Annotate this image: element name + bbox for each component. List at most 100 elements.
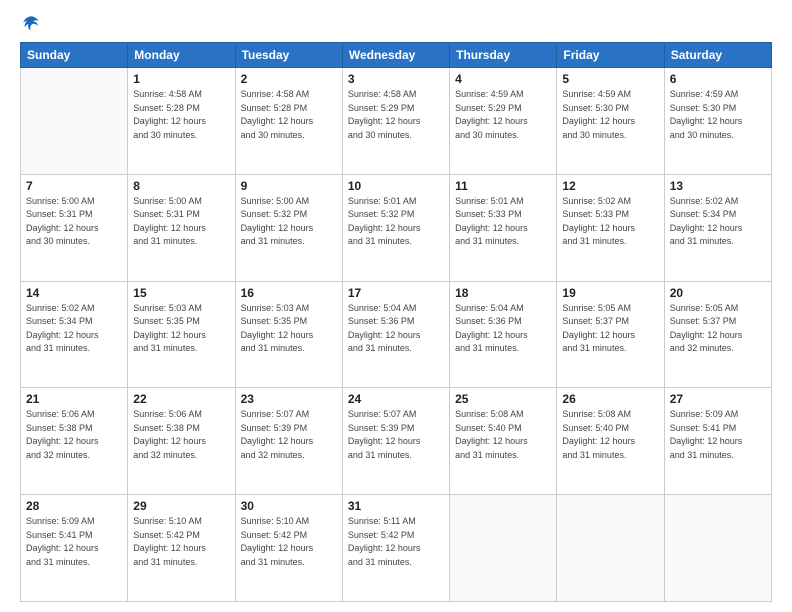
day-number: 14: [26, 286, 122, 300]
column-header-sunday: Sunday: [21, 43, 128, 68]
day-info: Sunrise: 5:02 AM Sunset: 5:33 PM Dayligh…: [562, 195, 658, 249]
calendar-cell: [664, 495, 771, 602]
calendar-cell: 20 Sunrise: 5:05 AM Sunset: 5:37 PM Dayli…: [664, 281, 771, 388]
day-number: 2: [241, 72, 337, 86]
calendar-cell: 5 Sunrise: 4:59 AM Sunset: 5:30 PM Daylig…: [557, 68, 664, 175]
day-number: 10: [348, 179, 444, 193]
day-info: Sunrise: 5:08 AM Sunset: 5:40 PM Dayligh…: [455, 408, 551, 462]
calendar-cell: 30Sunrise: 5:10 AM Sunset: 5:42 PM Dayli…: [235, 495, 342, 602]
day-info: Sunrise: 5:00 AM Sunset: 5:32 PM Dayligh…: [241, 195, 337, 249]
header: [20, 18, 772, 32]
day-info: Sunrise: 5:00 AM Sunset: 5:31 PM Dayligh…: [26, 195, 122, 249]
calendar-body: 1 Sunrise: 4:58 AM Sunset: 5:28 PM Daylig…: [21, 68, 772, 602]
day-number: 8: [133, 179, 229, 193]
day-number: 23: [241, 392, 337, 406]
day-number: 20: [670, 286, 766, 300]
week-row-3: 14 Sunrise: 5:02 AM Sunset: 5:34 PM Dayli…: [21, 281, 772, 388]
day-number: 5: [562, 72, 658, 86]
day-info: Sunrise: 5:01 AM Sunset: 5:33 PM Dayligh…: [455, 195, 551, 249]
header-row: SundayMondayTuesdayWednesdayThursdayFrid…: [21, 43, 772, 68]
day-number: 6: [670, 72, 766, 86]
day-number: 26: [562, 392, 658, 406]
calendar-cell: 13Sunrise: 5:02 AM Sunset: 5:34 PM Dayli…: [664, 174, 771, 281]
day-number: 9: [241, 179, 337, 193]
calendar-cell: 18 Sunrise: 5:04 AM Sunset: 5:36 PM Dayli…: [450, 281, 557, 388]
day-info: Sunrise: 5:02 AM Sunset: 5:34 PM Dayligh…: [26, 302, 122, 356]
column-header-tuesday: Tuesday: [235, 43, 342, 68]
calendar-cell: 31 Sunrise: 5:11 AM Sunset: 5:42 PM Dayli…: [342, 495, 449, 602]
calendar-cell: 19Sunrise: 5:05 AM Sunset: 5:37 PM Dayli…: [557, 281, 664, 388]
calendar-cell: 26Sunrise: 5:08 AM Sunset: 5:40 PM Dayli…: [557, 388, 664, 495]
calendar-cell: 21 Sunrise: 5:06 AM Sunset: 5:38 PM Dayli…: [21, 388, 128, 495]
day-info: Sunrise: 5:03 AM Sunset: 5:35 PM Dayligh…: [241, 302, 337, 356]
calendar-cell: 17Sunrise: 5:04 AM Sunset: 5:36 PM Dayli…: [342, 281, 449, 388]
logo-bird-icon: [22, 14, 40, 32]
column-header-thursday: Thursday: [450, 43, 557, 68]
day-info: Sunrise: 5:07 AM Sunset: 5:39 PM Dayligh…: [348, 408, 444, 462]
day-info: Sunrise: 5:10 AM Sunset: 5:42 PM Dayligh…: [133, 515, 229, 569]
day-info: Sunrise: 5:00 AM Sunset: 5:31 PM Dayligh…: [133, 195, 229, 249]
calendar-cell: 12Sunrise: 5:02 AM Sunset: 5:33 PM Dayli…: [557, 174, 664, 281]
calendar-cell: 22 Sunrise: 5:06 AM Sunset: 5:38 PM Dayli…: [128, 388, 235, 495]
day-number: 25: [455, 392, 551, 406]
day-info: Sunrise: 4:59 AM Sunset: 5:29 PM Dayligh…: [455, 88, 551, 142]
logo: [20, 18, 40, 32]
calendar-cell: 10Sunrise: 5:01 AM Sunset: 5:32 PM Dayli…: [342, 174, 449, 281]
calendar-cell: 24 Sunrise: 5:07 AM Sunset: 5:39 PM Dayli…: [342, 388, 449, 495]
calendar-header: SundayMondayTuesdayWednesdayThursdayFrid…: [21, 43, 772, 68]
calendar-cell: 28 Sunrise: 5:09 AM Sunset: 5:41 PM Dayli…: [21, 495, 128, 602]
calendar-cell: 11 Sunrise: 5:01 AM Sunset: 5:33 PM Dayli…: [450, 174, 557, 281]
week-row-5: 28 Sunrise: 5:09 AM Sunset: 5:41 PM Dayli…: [21, 495, 772, 602]
day-number: 11: [455, 179, 551, 193]
calendar-cell: 8 Sunrise: 5:00 AM Sunset: 5:31 PM Daylig…: [128, 174, 235, 281]
calendar-table: SundayMondayTuesdayWednesdayThursdayFrid…: [20, 42, 772, 602]
day-number: 21: [26, 392, 122, 406]
day-number: 15: [133, 286, 229, 300]
day-info: Sunrise: 4:59 AM Sunset: 5:30 PM Dayligh…: [670, 88, 766, 142]
day-number: 13: [670, 179, 766, 193]
calendar-cell: 23 Sunrise: 5:07 AM Sunset: 5:39 PM Dayli…: [235, 388, 342, 495]
calendar-cell: 25 Sunrise: 5:08 AM Sunset: 5:40 PM Dayli…: [450, 388, 557, 495]
calendar-cell: 29 Sunrise: 5:10 AM Sunset: 5:42 PM Dayli…: [128, 495, 235, 602]
day-info: Sunrise: 4:58 AM Sunset: 5:28 PM Dayligh…: [133, 88, 229, 142]
calendar-cell: 16 Sunrise: 5:03 AM Sunset: 5:35 PM Dayli…: [235, 281, 342, 388]
week-row-1: 1 Sunrise: 4:58 AM Sunset: 5:28 PM Daylig…: [21, 68, 772, 175]
calendar-cell: [21, 68, 128, 175]
day-number: 31: [348, 499, 444, 513]
day-number: 30: [241, 499, 337, 513]
calendar-cell: [450, 495, 557, 602]
week-row-4: 21 Sunrise: 5:06 AM Sunset: 5:38 PM Dayli…: [21, 388, 772, 495]
day-number: 22: [133, 392, 229, 406]
day-info: Sunrise: 5:07 AM Sunset: 5:39 PM Dayligh…: [241, 408, 337, 462]
calendar-cell: 9 Sunrise: 5:00 AM Sunset: 5:32 PM Daylig…: [235, 174, 342, 281]
calendar-cell: 2Sunrise: 4:58 AM Sunset: 5:28 PM Daylig…: [235, 68, 342, 175]
day-info: Sunrise: 5:05 AM Sunset: 5:37 PM Dayligh…: [670, 302, 766, 356]
day-number: 27: [670, 392, 766, 406]
day-number: 1: [133, 72, 229, 86]
day-number: 4: [455, 72, 551, 86]
calendar-cell: 3 Sunrise: 4:58 AM Sunset: 5:29 PM Daylig…: [342, 68, 449, 175]
day-number: 28: [26, 499, 122, 513]
calendar-cell: 27Sunrise: 5:09 AM Sunset: 5:41 PM Dayli…: [664, 388, 771, 495]
day-number: 16: [241, 286, 337, 300]
day-info: Sunrise: 5:04 AM Sunset: 5:36 PM Dayligh…: [455, 302, 551, 356]
day-number: 7: [26, 179, 122, 193]
logo-text: [20, 18, 40, 32]
calendar-cell: 7 Sunrise: 5:00 AM Sunset: 5:31 PM Daylig…: [21, 174, 128, 281]
day-info: Sunrise: 5:06 AM Sunset: 5:38 PM Dayligh…: [133, 408, 229, 462]
column-header-wednesday: Wednesday: [342, 43, 449, 68]
day-number: 3: [348, 72, 444, 86]
day-info: Sunrise: 5:09 AM Sunset: 5:41 PM Dayligh…: [26, 515, 122, 569]
day-info: Sunrise: 4:58 AM Sunset: 5:29 PM Dayligh…: [348, 88, 444, 142]
day-number: 29: [133, 499, 229, 513]
day-info: Sunrise: 5:04 AM Sunset: 5:36 PM Dayligh…: [348, 302, 444, 356]
day-number: 18: [455, 286, 551, 300]
column-header-monday: Monday: [128, 43, 235, 68]
week-row-2: 7 Sunrise: 5:00 AM Sunset: 5:31 PM Daylig…: [21, 174, 772, 281]
day-info: Sunrise: 4:59 AM Sunset: 5:30 PM Dayligh…: [562, 88, 658, 142]
day-info: Sunrise: 5:06 AM Sunset: 5:38 PM Dayligh…: [26, 408, 122, 462]
day-info: Sunrise: 5:11 AM Sunset: 5:42 PM Dayligh…: [348, 515, 444, 569]
day-number: 24: [348, 392, 444, 406]
day-info: Sunrise: 5:03 AM Sunset: 5:35 PM Dayligh…: [133, 302, 229, 356]
calendar-cell: [557, 495, 664, 602]
